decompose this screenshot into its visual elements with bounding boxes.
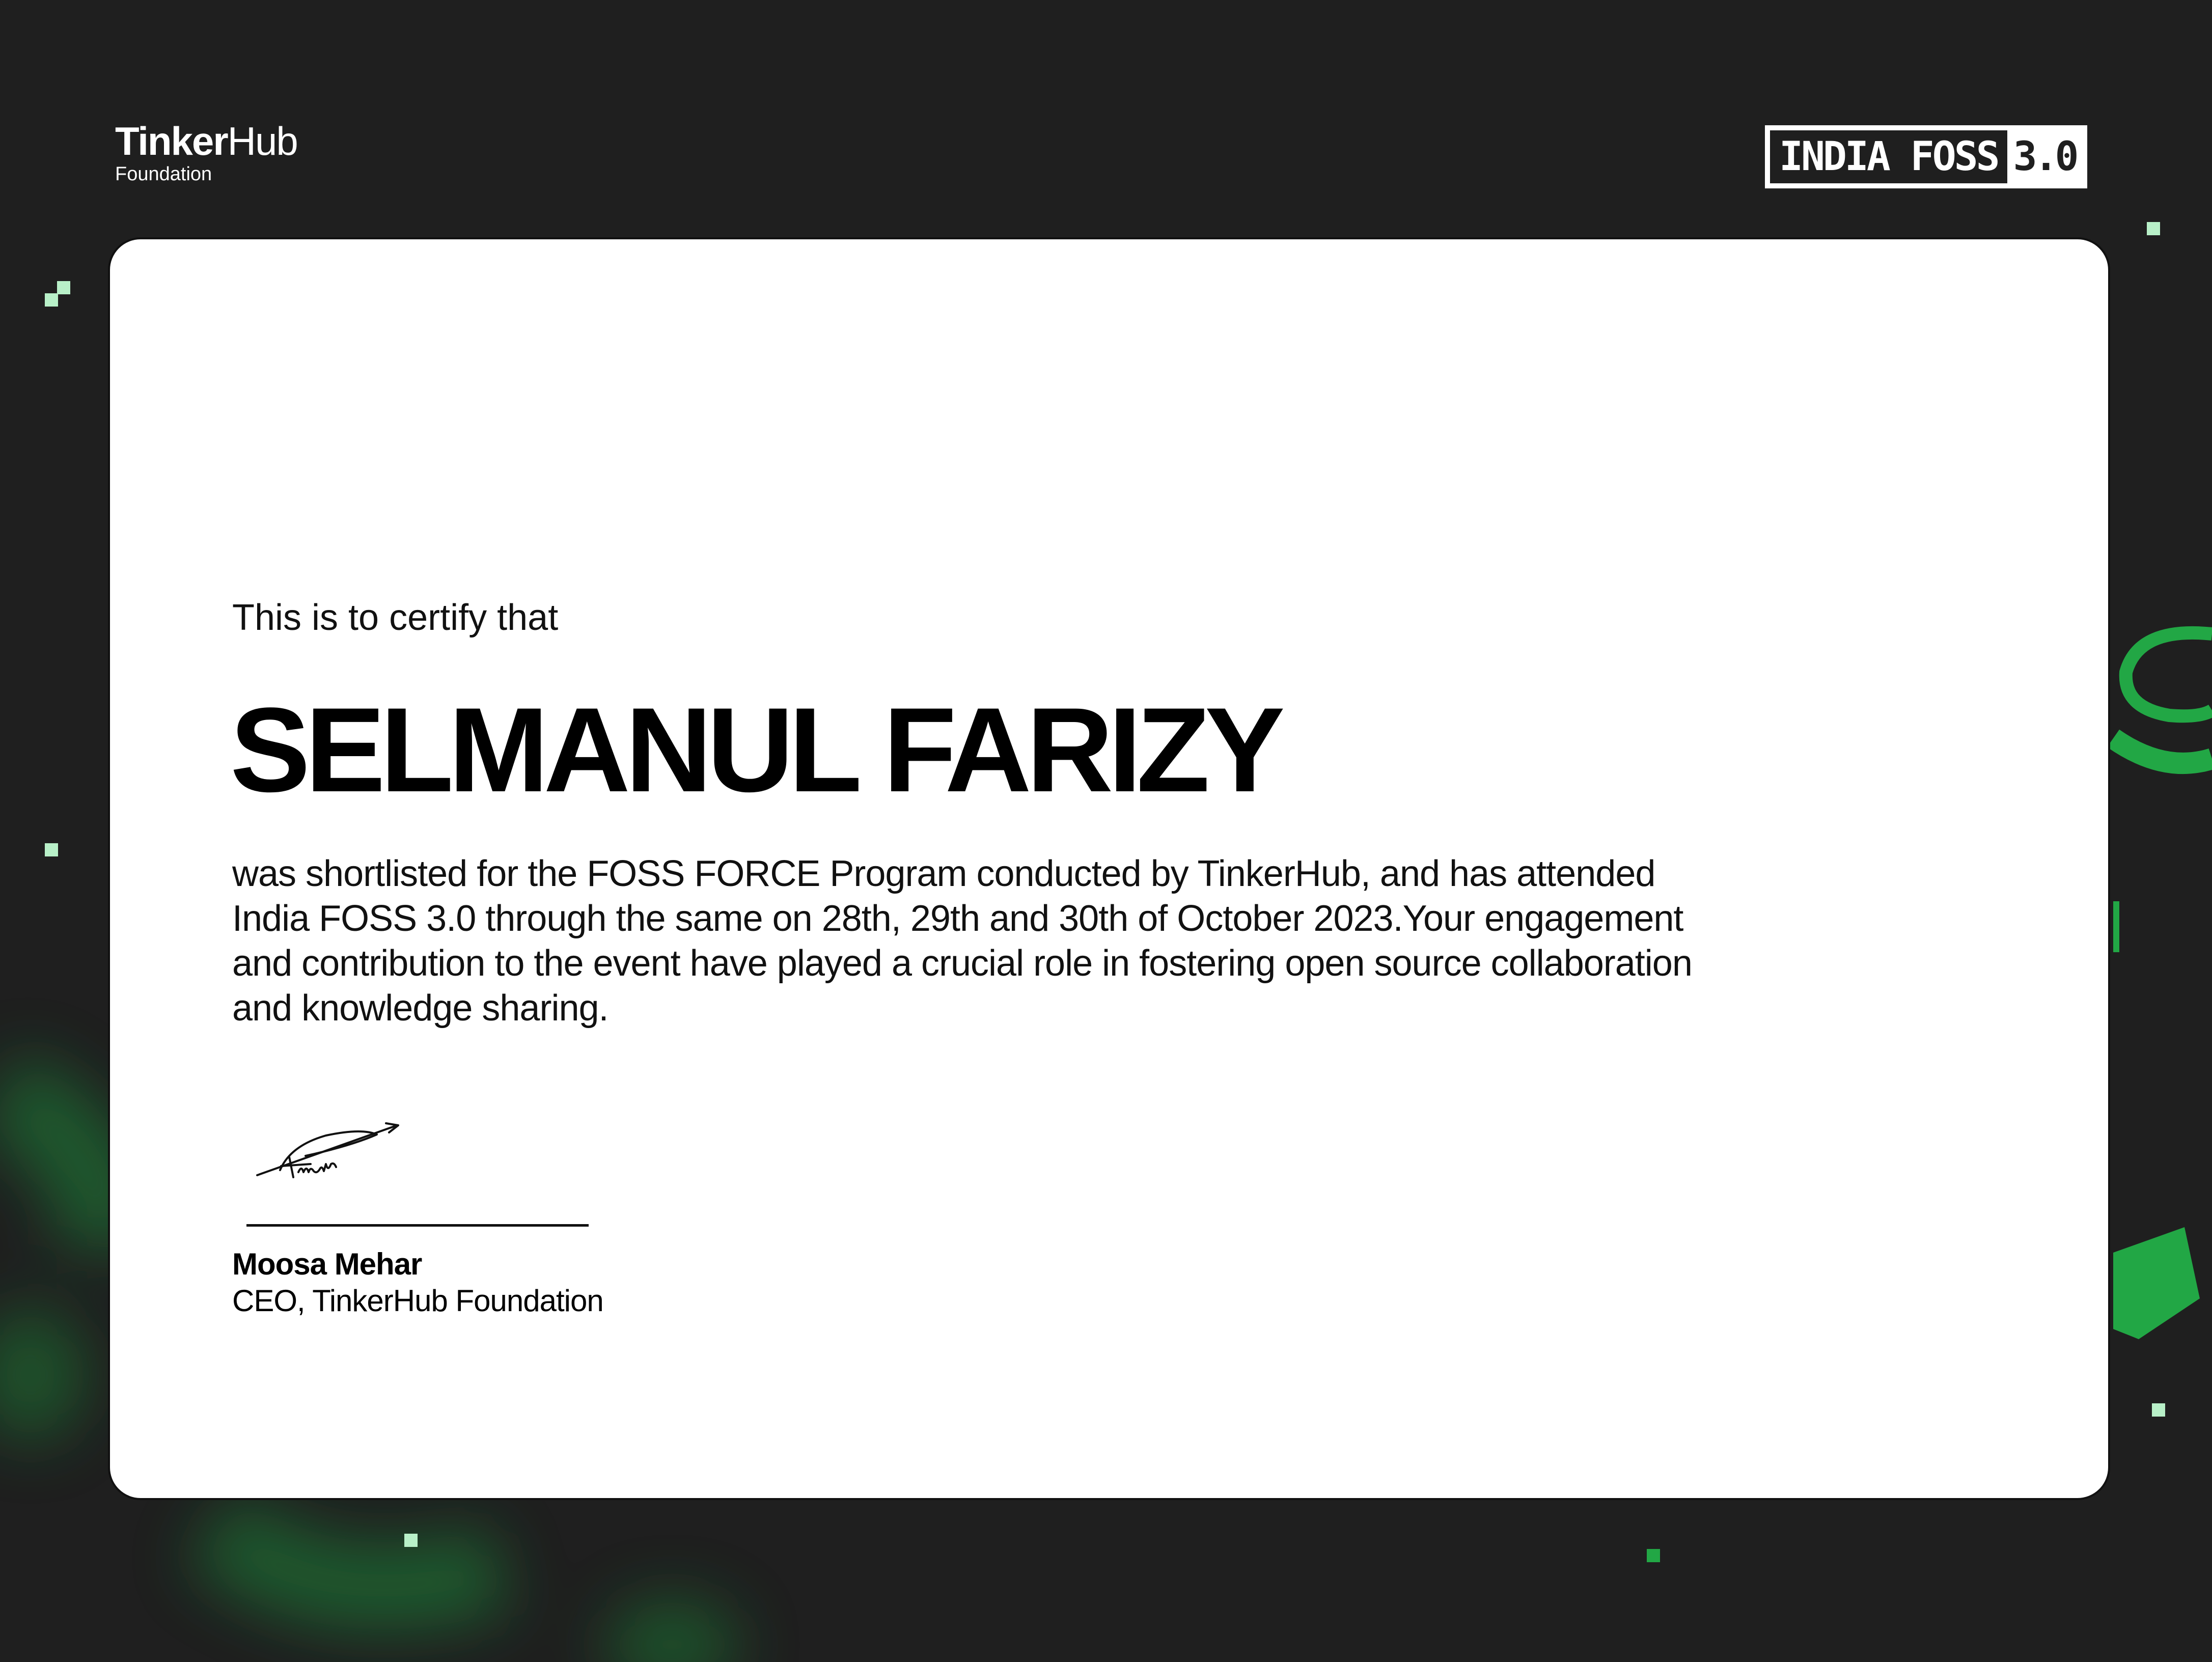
india-foss-logo: INDIA FOSS 3.0	[1765, 125, 2087, 188]
event-logo-version: 3.0	[2007, 130, 2082, 183]
logo-wordmark: TinkerHub	[115, 118, 298, 164]
certify-intro: This is to certify that	[232, 597, 559, 638]
logo-wordmark-light: Hub	[227, 119, 298, 163]
logo-wordmark-bold: Tinker	[115, 119, 229, 163]
tinkerhub-logo: TinkerHub Foundation	[115, 118, 298, 185]
recipient-name: SELMANUL FARIZY	[230, 683, 1285, 817]
signature-line	[246, 1224, 589, 1227]
logo-subtitle: Foundation	[115, 163, 212, 185]
event-logo-name: INDIA FOSS	[1779, 134, 2000, 180]
signatory-name: Moosa Mehar	[232, 1247, 422, 1281]
signatory-title: CEO, TinkerHub Foundation	[232, 1284, 604, 1318]
certificate-body: was shortlisted for the FOSS FORCE Progr…	[232, 853, 1693, 1029]
signature-image	[256, 1122, 399, 1178]
